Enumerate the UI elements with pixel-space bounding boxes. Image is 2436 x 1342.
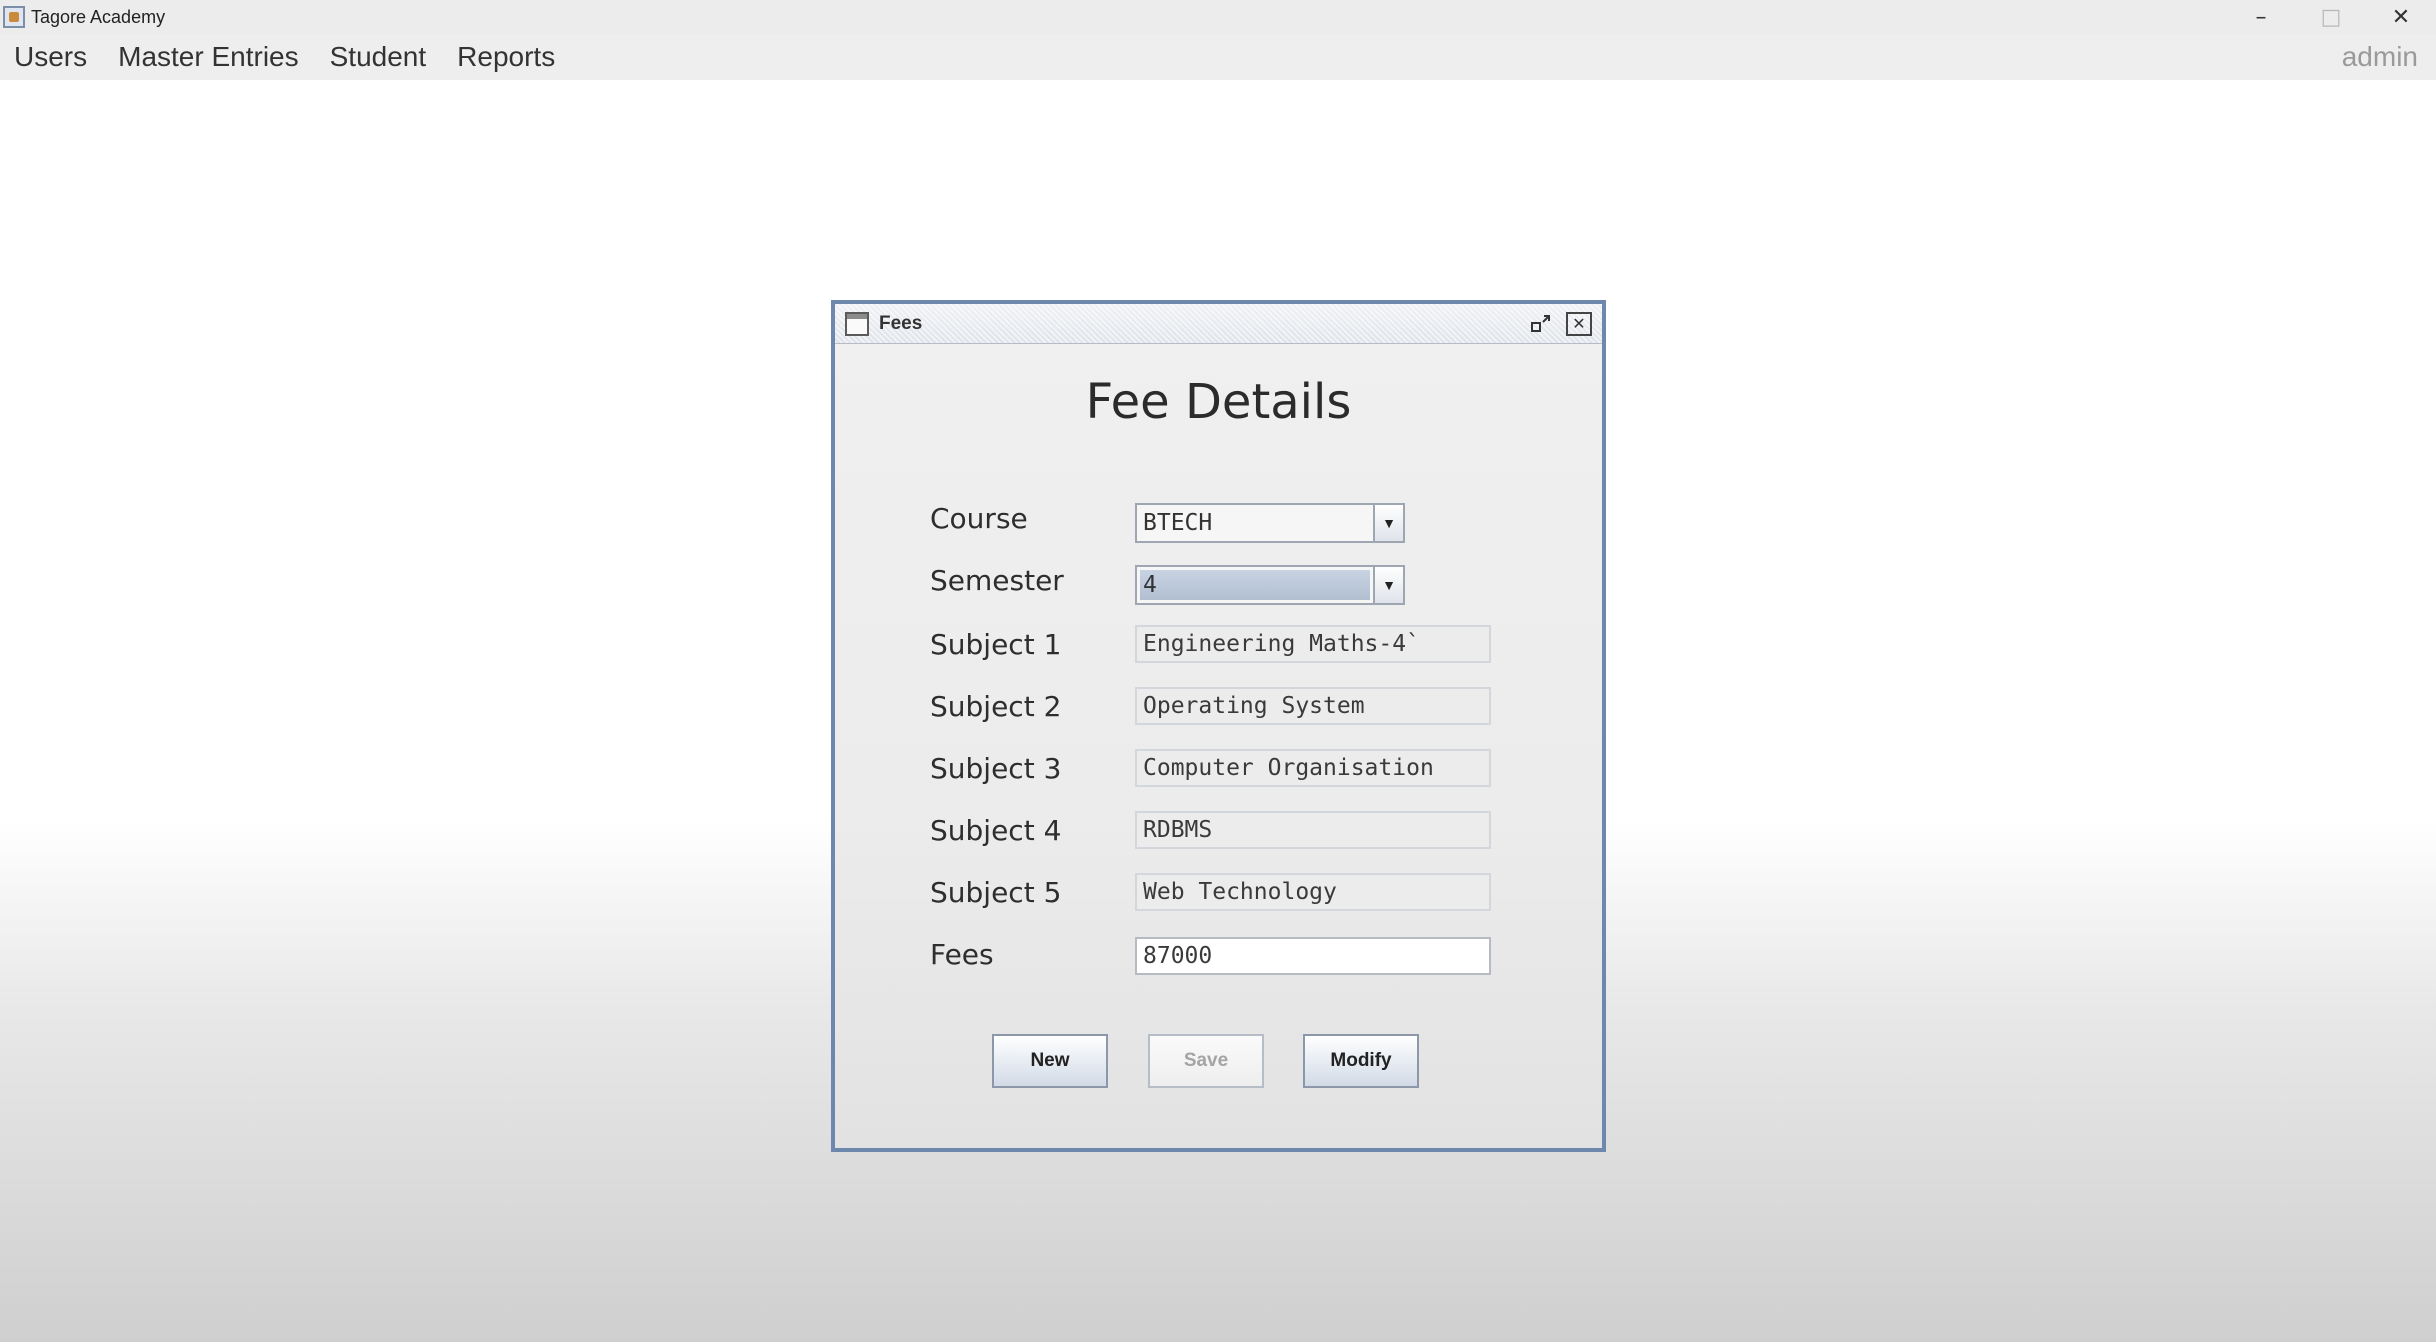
menu-student[interactable]: Student (316, 41, 444, 73)
subject3-label: Subject 3 (930, 752, 1062, 785)
fees-internal-frame: Fees ✕ Fee Details Course BTECH ▼ Semest… (831, 300, 1606, 1152)
subject3-field[interactable]: Computer Organisation (1135, 749, 1491, 787)
fees-label: Fees (930, 938, 994, 971)
close-button[interactable]: ✕ (2366, 0, 2436, 34)
java-app-icon (3, 6, 25, 28)
menu-reports[interactable]: Reports (443, 41, 572, 73)
new-button[interactable]: New (992, 1034, 1108, 1088)
menu-users[interactable]: Users (0, 41, 104, 73)
course-combobox[interactable]: BTECH ▼ (1135, 503, 1405, 543)
app-title: Tagore Academy (31, 6, 166, 27)
semester-combobox[interactable]: 4 ▼ (1135, 565, 1405, 605)
chevron-down-icon[interactable]: ▼ (1373, 505, 1403, 541)
save-button[interactable]: Save (1148, 1034, 1264, 1088)
semester-label: Semester (930, 564, 1064, 597)
app-title-bar: Tagore Academy – □ ✕ (0, 0, 2436, 34)
course-label: Course (930, 502, 1028, 535)
restore-icon[interactable] (1528, 312, 1554, 336)
chevron-down-icon[interactable]: ▼ (1373, 567, 1403, 603)
subject4-label: Subject 4 (930, 814, 1062, 847)
modify-button[interactable]: Modify (1303, 1034, 1419, 1088)
restore-icon-glyph (1531, 315, 1550, 332)
menu-master-entries[interactable]: Master Entries (104, 41, 316, 73)
frame-close-icon[interactable]: ✕ (1566, 312, 1592, 336)
frame-window-icon (845, 311, 869, 336)
minimize-button[interactable]: – (2226, 0, 2296, 34)
subject2-label: Subject 2 (930, 690, 1062, 723)
maximize-button[interactable]: □ (2296, 0, 2366, 34)
window-controls: – □ ✕ (2226, 0, 2436, 34)
fees-frame-title-bar[interactable]: Fees ✕ (835, 304, 1602, 344)
subject2-field[interactable]: Operating System (1135, 687, 1491, 725)
subject1-label: Subject 1 (930, 628, 1062, 661)
subject5-field[interactable]: Web Technology (1135, 873, 1491, 911)
semester-value: 4 (1140, 570, 1370, 600)
form-heading: Fee Details (1085, 374, 1352, 430)
subject4-field[interactable]: RDBMS (1135, 811, 1491, 849)
fees-field[interactable]: 87000 (1135, 937, 1491, 975)
course-value: BTECH (1143, 510, 1213, 536)
subject5-label: Subject 5 (930, 876, 1062, 909)
fees-frame-title: Fees (879, 312, 923, 334)
menu-bar: Users Master Entries Student Reports adm… (0, 34, 2436, 80)
subject1-field[interactable]: Engineering Maths-4` (1135, 625, 1491, 663)
logged-in-user: admin (2341, 41, 2418, 72)
